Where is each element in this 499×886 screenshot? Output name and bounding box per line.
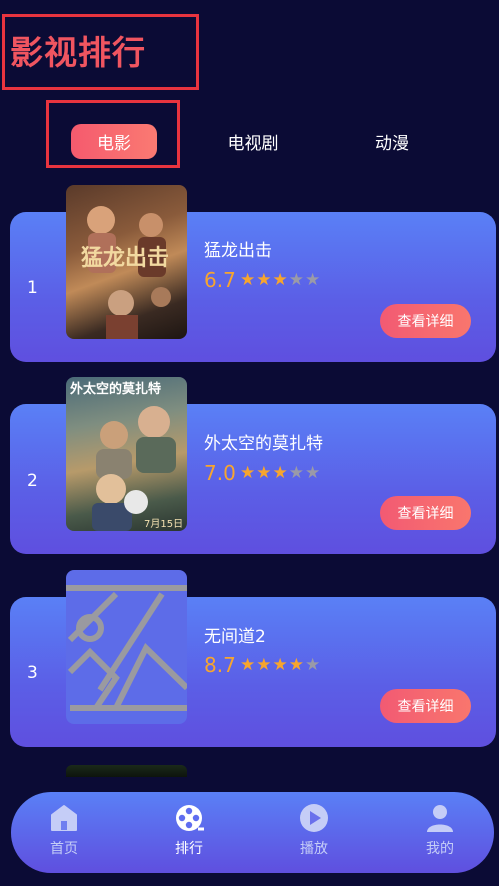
star-icon: ★ (305, 463, 322, 483)
movie-title: 猛龙出击 (204, 241, 272, 261)
bottom-navigation: 首页 排行 播放 我的 (11, 792, 494, 873)
svg-text:猛龙出击: 猛龙出击 (80, 245, 169, 271)
nav-item-profile[interactable]: 我的 (405, 792, 475, 873)
star-icon: ★ (240, 463, 257, 483)
home-icon (51, 805, 77, 831)
nav-item-home[interactable]: 首页 (29, 792, 99, 873)
tab-anime[interactable]: 动漫 (352, 124, 432, 159)
star-icon: ★ (288, 655, 305, 675)
tab-movies[interactable]: 电影 (71, 124, 157, 159)
svg-text:7月15日: 7月15日 (144, 518, 183, 530)
play-icon (300, 804, 328, 832)
star-icon: ★ (305, 655, 322, 675)
movie-poster[interactable]: 外太空的莫扎特 7月15日 (66, 377, 187, 531)
nav-item-play[interactable]: 播放 (279, 792, 349, 873)
star-icon: ★ (272, 270, 289, 290)
star-icon: ★ (256, 463, 273, 483)
rank-number: 1 (27, 278, 38, 298)
movie-title: 无间道2 (204, 627, 266, 647)
image-placeholder-icon (66, 570, 187, 724)
movie-score: 8.7 (204, 653, 236, 677)
nav-label: 排行 (175, 841, 203, 857)
rank-number: 2 (27, 471, 38, 491)
nav-item-ranking[interactable]: 排行 (154, 792, 224, 873)
star-icon: ★ (305, 270, 322, 290)
star-icon: ★ (256, 270, 273, 290)
star-icon: ★ (288, 463, 305, 483)
page-title: 影视排行 (10, 33, 146, 72)
star-icon: ★ (256, 655, 273, 675)
star-icon: ★ (272, 655, 289, 675)
movie-score: 6.7 (204, 268, 236, 292)
nav-label: 播放 (300, 841, 328, 857)
star-icon: ★ (288, 270, 305, 290)
rating-stars: ★★★★★ (240, 655, 321, 675)
svg-text:外太空的莫扎特: 外太空的莫扎特 (69, 381, 161, 397)
view-details-button[interactable]: 查看详细 (380, 304, 471, 338)
rating-stars: ★★★★★ (240, 463, 321, 483)
nav-label: 我的 (426, 841, 454, 857)
star-icon: ★ (240, 655, 257, 675)
star-icon: ★ (240, 270, 257, 290)
film-reel-icon (176, 805, 204, 831)
movie-poster[interactable]: 猛龙出击 (66, 185, 187, 339)
star-icon: ★ (272, 463, 289, 483)
poster-image-icon: 猛龙出击 (80, 206, 171, 339)
movie-score: 7.0 (204, 461, 236, 485)
nav-label: 首页 (50, 841, 78, 857)
movie-poster[interactable] (66, 570, 187, 724)
rank-number: 3 (27, 663, 38, 683)
movie-title: 外太空的莫扎特 (204, 434, 323, 454)
view-details-button[interactable]: 查看详细 (380, 496, 471, 530)
user-icon (427, 805, 453, 832)
tab-tv-series[interactable]: 电视剧 (212, 124, 294, 159)
view-details-button[interactable]: 查看详细 (380, 689, 471, 723)
poster-image-icon: 外太空的莫扎特 7月15日 (69, 381, 183, 531)
rating-stars: ★★★★★ (240, 270, 321, 290)
movie-poster[interactable] (66, 765, 187, 777)
